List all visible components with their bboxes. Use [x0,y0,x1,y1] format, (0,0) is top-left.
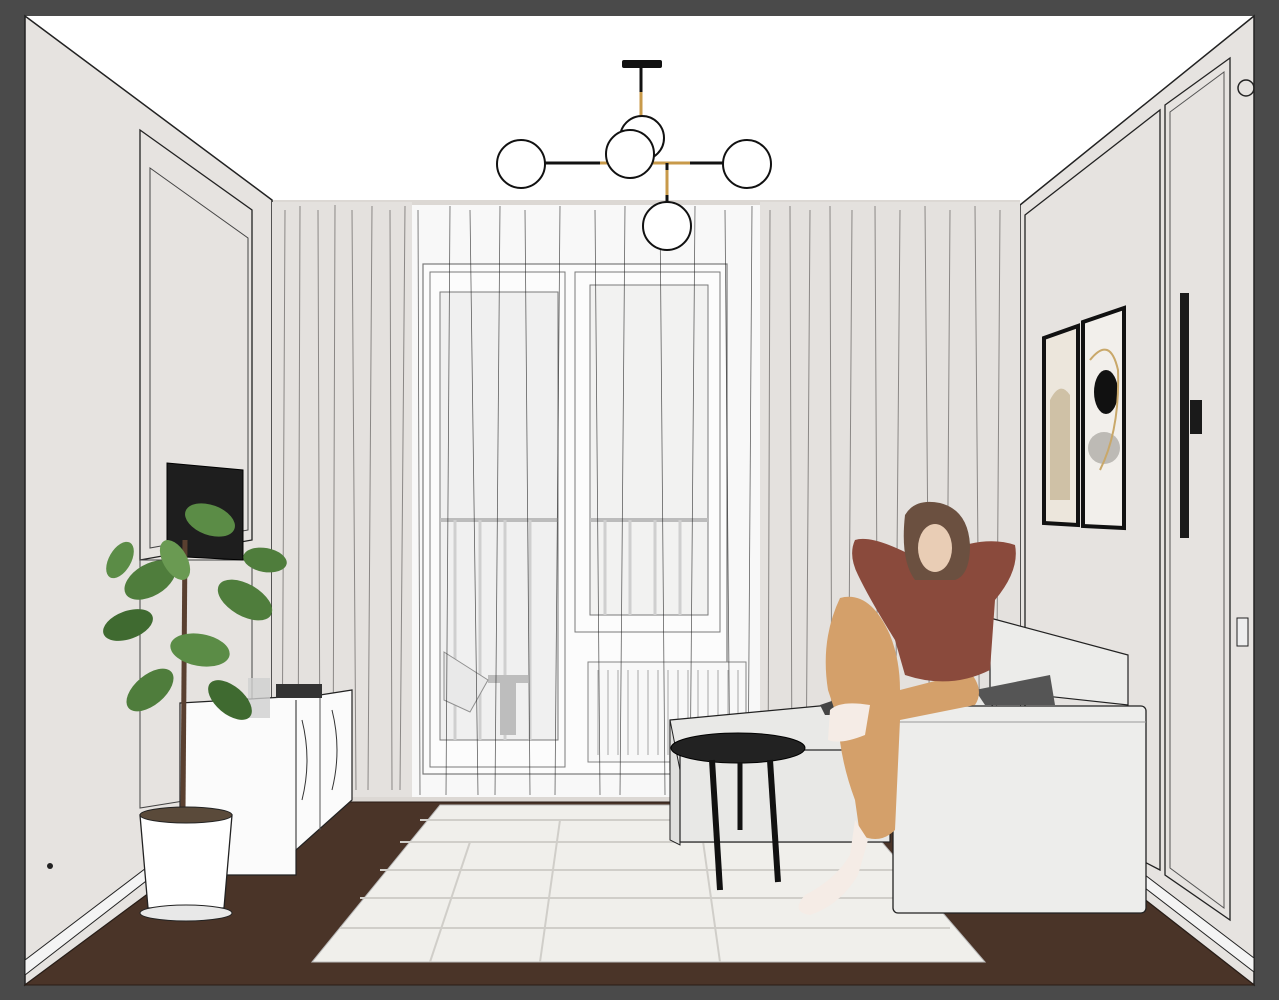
art-left-shape [1050,388,1070,500]
wall-sconce-bracket [1190,400,1202,434]
art-right-black-shape [1094,370,1118,414]
sofa-chaise-front [892,705,1147,914]
light-switch [1236,617,1249,647]
art-frame-right [1081,305,1126,531]
console-books [276,684,322,698]
room-scene [0,0,1279,1000]
wall-sconce [1180,293,1189,538]
outlet-dot [47,863,53,869]
sheer-curtain [412,205,760,797]
room-illustration [0,0,1279,1000]
